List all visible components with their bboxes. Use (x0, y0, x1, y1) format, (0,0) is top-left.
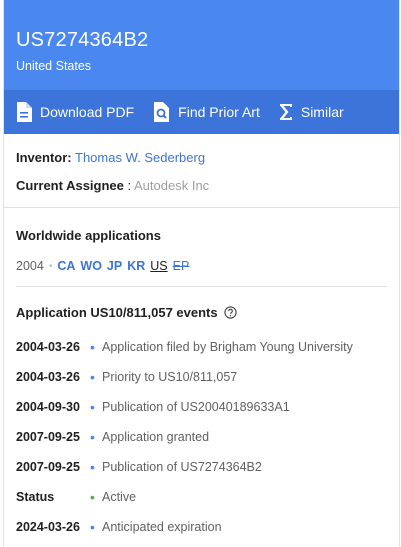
search-doc-icon (154, 102, 170, 122)
assignee-label: Current Assignee (16, 178, 124, 193)
country-link-wo[interactable]: WO (80, 259, 102, 273)
find-prior-art-button[interactable]: Find Prior Art (153, 102, 260, 122)
find-prior-art-label: Find Prior Art (178, 104, 260, 120)
event-row: 2007-09-25 • Publication of US7274364B2 (16, 452, 387, 482)
country-link-ca[interactable]: CA (57, 259, 75, 273)
sigma-icon (279, 104, 292, 120)
event-bullet: • (90, 429, 95, 445)
worldwide-year: 2004 (16, 259, 44, 273)
similar-button[interactable]: Similar (279, 103, 344, 121)
patent-number: US7274364B2 (16, 29, 149, 51)
download-pdf-label: Download PDF (40, 104, 135, 120)
patent-card: US7274364B2 United States Download PDF F… (4, 0, 399, 547)
patent-meta: Inventor: Thomas W. Sederberg Current As… (4, 134, 399, 204)
event-row: 2004-09-30 • Publication of US2004018963… (16, 392, 387, 422)
event-description: Application granted (102, 430, 210, 444)
event-row: 2004-03-26 • Priority to US10/811,057 (16, 362, 387, 392)
event-bullet: • (90, 459, 95, 475)
status-row: Status • Active (16, 482, 387, 512)
assignee-value: Autodesk Inc (134, 178, 210, 193)
assignee-row: Current Assignee : Autodesk Inc (16, 176, 387, 204)
worldwide-applications: 2004 • CA WO JP KR US EP (16, 258, 387, 274)
worldwide-title: Worldwide applications (16, 228, 161, 243)
event-date: 2007-09-25 (16, 430, 80, 444)
country-link-us[interactable]: US (150, 259, 167, 273)
country-link-jp[interactable]: JP (107, 259, 122, 273)
event-date: 2007-09-25 (16, 460, 80, 474)
pdf-icon (17, 102, 32, 122)
patent-country: United States (16, 59, 92, 73)
country-link-ep[interactable]: EP (173, 259, 190, 273)
action-bar: Download PDF Find Prior Art Similar (4, 90, 399, 134)
inventor-link[interactable]: Thomas W. Sederberg (75, 150, 205, 165)
inventor-row: Inventor: Thomas W. Sederberg (16, 148, 387, 176)
event-bullet: • (90, 399, 95, 415)
country-link-kr[interactable]: KR (127, 259, 145, 273)
event-row: 2004-03-26 • Application filed by Brigha… (16, 332, 387, 362)
event-date: 2004-03-26 (16, 340, 80, 354)
status-bullet: • (90, 489, 95, 505)
event-description: Application filed by Brigham Young Unive… (102, 340, 353, 354)
assignee-separator: : (123, 178, 135, 193)
event-description: Publication of US20040189633A1 (102, 400, 290, 414)
download-pdf-button[interactable]: Download PDF (16, 102, 134, 122)
help-icon[interactable] (223, 306, 237, 319)
event-bullet: • (90, 369, 95, 385)
event-date: 2004-03-26 (16, 370, 80, 384)
separator-dot: • (48, 260, 53, 272)
similar-label: Similar (300, 104, 344, 120)
status-value: Active (102, 490, 137, 504)
worldwide-section: Worldwide applications 2004 • CA WO JP K… (4, 228, 399, 542)
event-row: 2024-03-26 • Anticipated expiration (16, 512, 387, 542)
event-date: 2024-03-26 (16, 520, 80, 534)
event-bullet: • (90, 519, 95, 535)
event-description: Anticipated expiration (102, 520, 222, 534)
event-bullet: • (90, 339, 95, 355)
events-list: 2004-03-26 • Application filed by Brigha… (16, 332, 387, 542)
event-description: Publication of US7274364B2 (102, 460, 262, 474)
events-title: Application US10/811,057 events (16, 305, 218, 320)
events-title-row: Application US10/811,057 events (16, 305, 387, 320)
patent-header: US7274364B2 United States (4, 0, 399, 90)
status-label: Status (16, 490, 55, 504)
inventor-label: Inventor: (16, 150, 72, 165)
event-row: 2007-09-25 • Application granted (16, 422, 387, 452)
inner-divider (16, 286, 387, 287)
event-date: 2004-09-30 (16, 400, 80, 414)
event-description: Priority to US10/811,057 (102, 370, 238, 384)
section-divider (4, 207, 399, 208)
